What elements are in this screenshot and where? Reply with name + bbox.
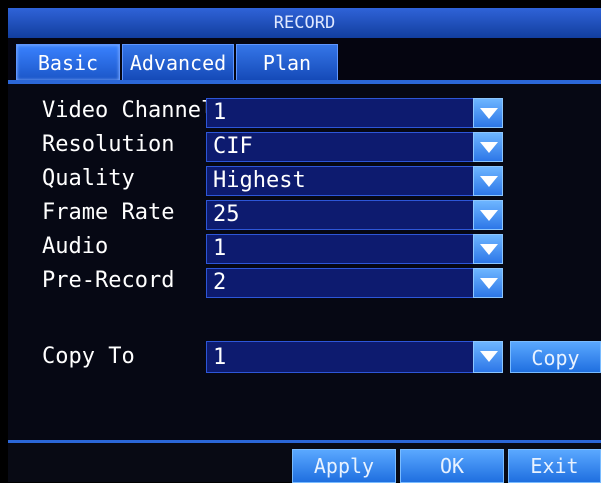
audio-select[interactable]: 1 [206, 234, 503, 264]
pre-record-value: 2 [213, 270, 227, 295]
chevron-down-icon[interactable] [473, 132, 503, 162]
resolution-value: CIF [213, 134, 253, 159]
video-channel-select[interactable]: 1 [206, 98, 503, 128]
video-channel-label: Video Channel [42, 98, 215, 123]
copy-button[interactable]: Copy [510, 341, 601, 373]
quality-label: Quality [42, 166, 135, 191]
chevron-down-icon[interactable] [473, 166, 503, 196]
video-channel-value: 1 [213, 100, 227, 125]
quality-select[interactable]: Highest [206, 166, 503, 196]
chevron-down-icon[interactable] [473, 98, 503, 128]
record-dialog: RECORD Basic Advanced Plan Video Channel… [8, 8, 601, 483]
quality-value: Highest [213, 168, 306, 193]
tab-basic[interactable]: Basic [16, 44, 120, 80]
resolution-select[interactable]: CIF [206, 132, 503, 162]
pre-record-label: Pre-Record [42, 268, 175, 293]
apply-button[interactable]: Apply [292, 449, 396, 483]
basic-settings-panel: Video Channel 1 Resolution CIF Quality H… [8, 84, 601, 448]
copy-to-label: Copy To [42, 344, 135, 369]
exit-button[interactable]: Exit [508, 449, 601, 483]
pre-record-select[interactable]: 2 [206, 268, 503, 298]
audio-value: 1 [213, 236, 227, 261]
audio-label: Audio [42, 234, 109, 259]
resolution-label: Resolution [42, 132, 175, 157]
frame-rate-select[interactable]: 25 [206, 200, 503, 230]
copy-to-value: 1 [213, 345, 227, 370]
window-title: RECORD [8, 8, 601, 38]
copy-to-select[interactable]: 1 [206, 341, 503, 373]
chevron-down-icon[interactable] [473, 200, 503, 230]
frame-rate-label: Frame Rate [42, 200, 175, 225]
tab-plan[interactable]: Plan [236, 44, 338, 80]
chevron-down-icon[interactable] [473, 234, 503, 264]
chevron-down-icon[interactable] [473, 341, 503, 373]
ok-button[interactable]: OK [400, 449, 504, 483]
frame-rate-value: 25 [213, 202, 240, 227]
chevron-down-icon[interactable] [473, 268, 503, 298]
tab-advanced[interactable]: Advanced [122, 44, 234, 80]
